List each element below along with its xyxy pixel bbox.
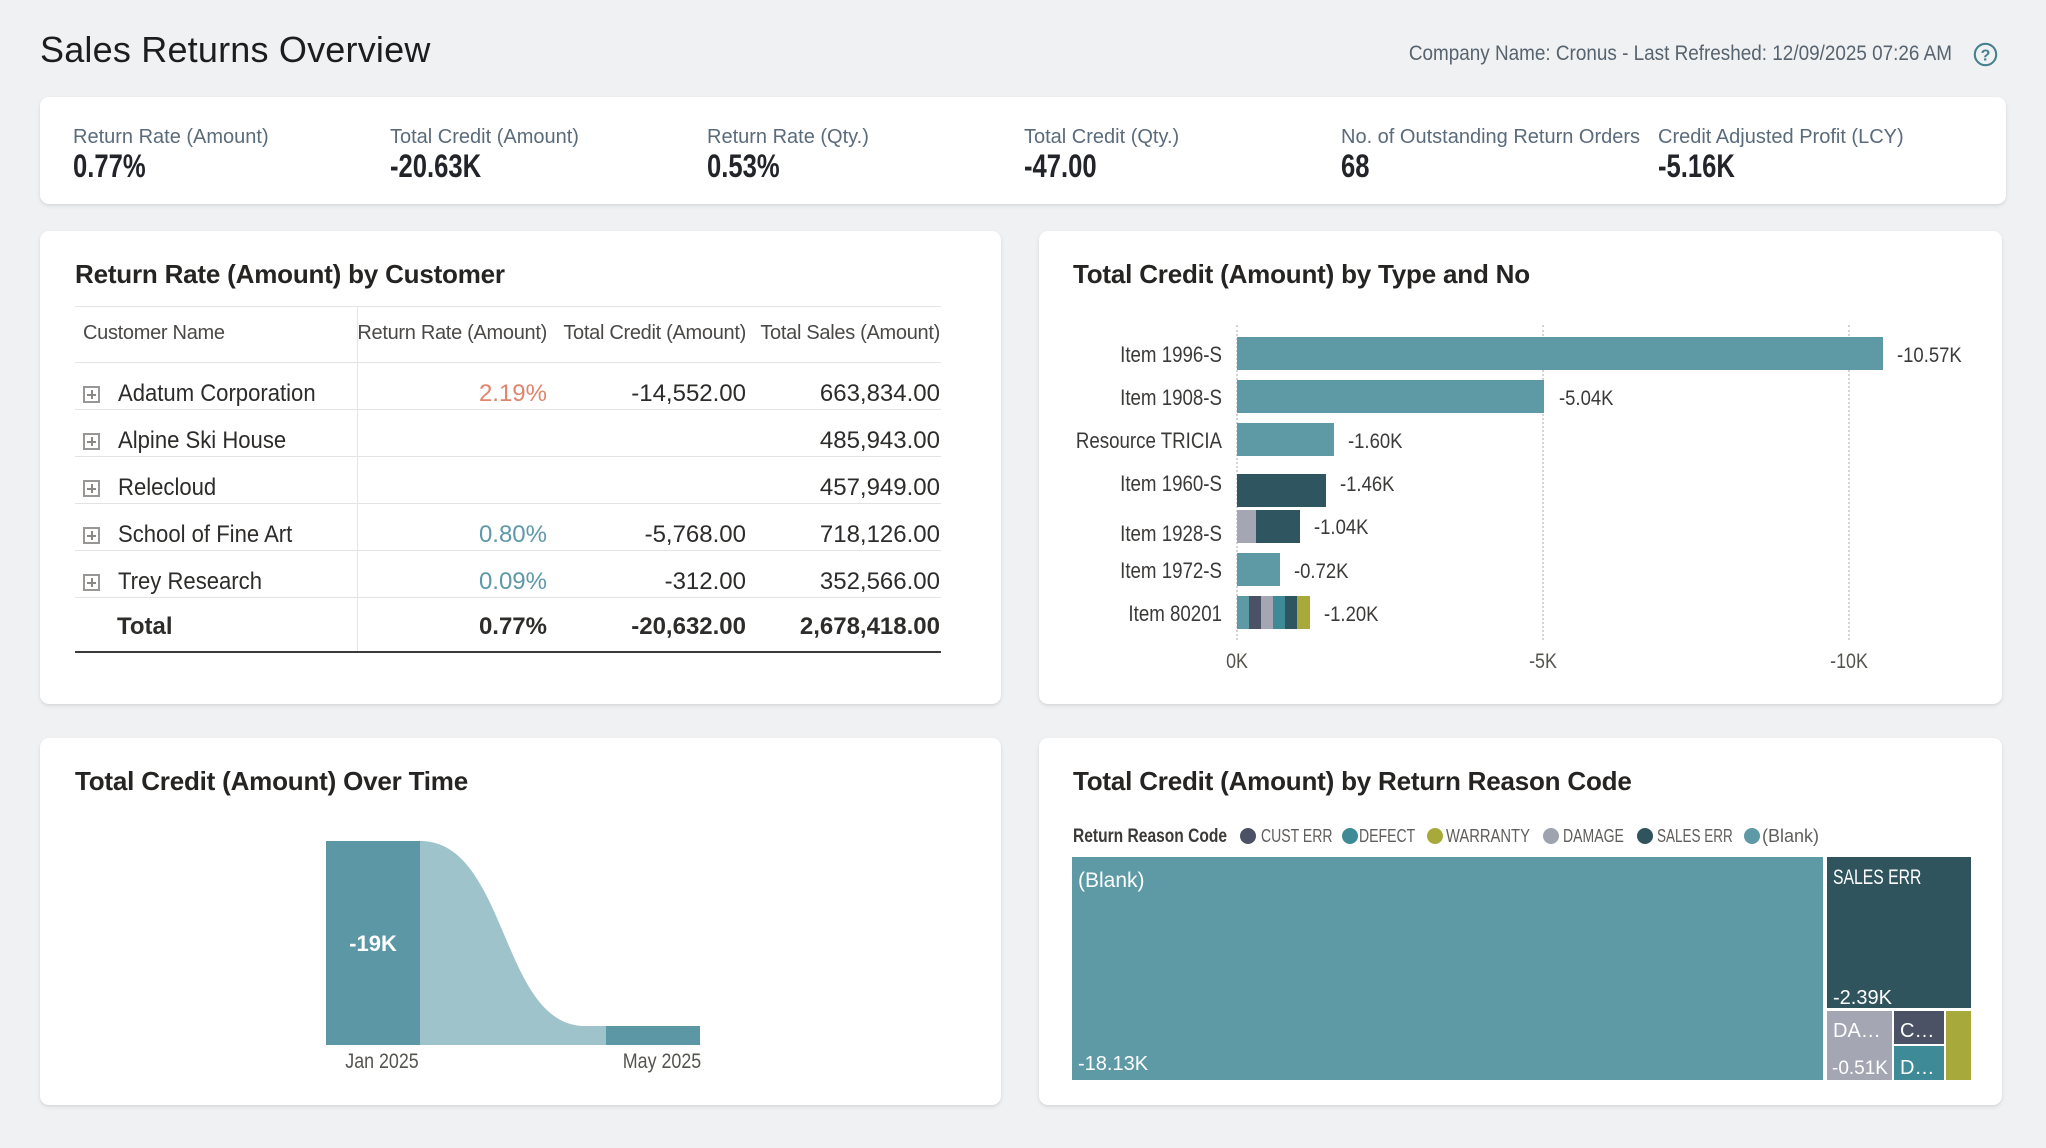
svg-text:-19K: -19K: [349, 931, 397, 956]
svg-text:?: ?: [1981, 47, 1991, 64]
